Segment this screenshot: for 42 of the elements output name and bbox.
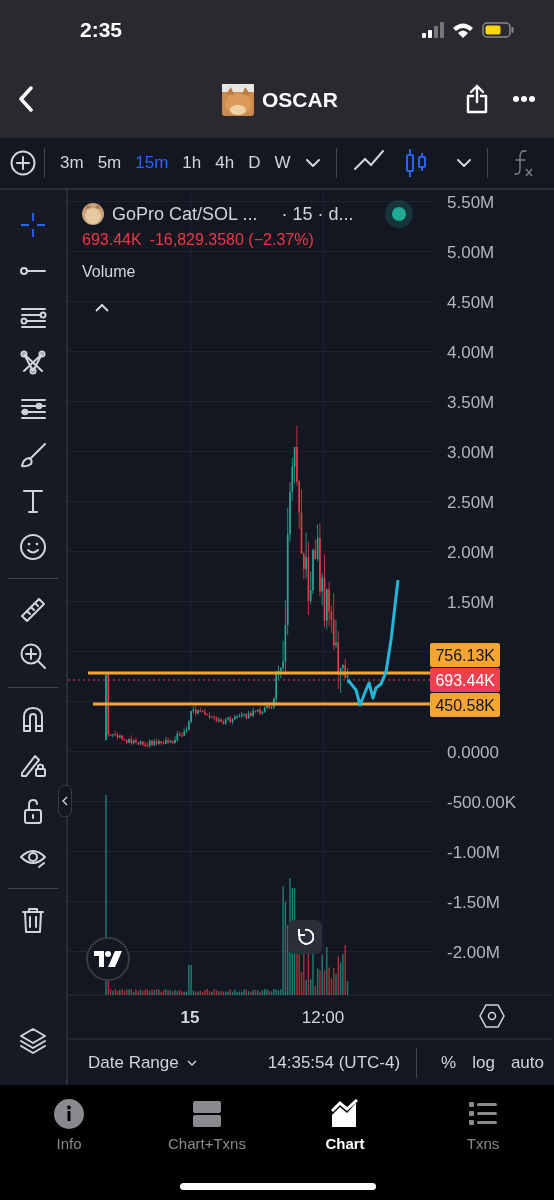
price-axis-label: 2.00M <box>447 543 495 562</box>
price-axis-label: 4.50M <box>447 293 495 312</box>
interval-tab[interactable]: 5m <box>90 150 129 176</box>
price-axis-label: 5.50M <box>447 193 495 212</box>
nav-tab[interactable]: Info <box>0 1085 138 1200</box>
interval-tab[interactable]: 3m <box>53 150 91 176</box>
price-axis-label: 2.50M <box>447 493 495 512</box>
interval-tab[interactable]: 15m <box>128 150 176 176</box>
nav-tab[interactable]: Chart <box>276 1085 414 1200</box>
price-tag: 450.58K <box>430 693 500 717</box>
nav-tab[interactable]: Txns <box>414 1085 552 1200</box>
price-tag: 693.44K <box>430 668 500 692</box>
price-axis-label: -1.00M <box>447 843 500 862</box>
indicator-name: Volume <box>82 262 137 282</box>
price-tag: 756.13K <box>430 643 500 667</box>
token-title: OSCAR <box>262 87 338 114</box>
price-axis-label: 3.50M <box>447 393 495 412</box>
symbol-details: · 15 · d... <box>281 202 354 226</box>
interval-tab[interactable]: 4h <box>208 150 242 176</box>
time-axis-label: 12:00 <box>301 1008 345 1027</box>
price-axis-label: 0.0000 <box>447 743 499 762</box>
interval-tab[interactable]: D <box>241 150 268 176</box>
price-axis-label: -500.00K <box>447 793 516 812</box>
interval-tab[interactable]: W <box>267 150 298 176</box>
scale-option[interactable]: log <box>472 1052 495 1073</box>
scale-option[interactable]: auto <box>510 1052 544 1073</box>
time-axis-label: 15 <box>180 1008 200 1027</box>
price-axis-label: -2.00M <box>447 943 500 962</box>
scale-option[interactable]: % <box>441 1052 457 1073</box>
date-range-button[interactable]: Date Range <box>88 1052 197 1073</box>
price-axis-label: -1.50M <box>447 893 500 912</box>
interval-tab[interactable]: 1h <box>175 150 209 176</box>
price-axis-label: 1.50M <box>447 593 495 612</box>
symbol-name: GoPro Cat/SOL ... <box>112 202 258 226</box>
last-price: 693.44K <box>82 230 142 250</box>
price-axis-label: 5.00M <box>447 243 495 262</box>
status-time: 2:35 <box>80 17 123 44</box>
price-axis-label: 4.00M <box>447 343 495 362</box>
price-change: -16,829.3580 (−2.37%) <box>149 230 314 250</box>
nav-tab[interactable]: Chart+Txns <box>138 1085 276 1200</box>
price-axis-label: 3.00M <box>447 443 495 462</box>
timezone-time[interactable]: 14:35:54 (UTC-4) <box>267 1049 401 1076</box>
